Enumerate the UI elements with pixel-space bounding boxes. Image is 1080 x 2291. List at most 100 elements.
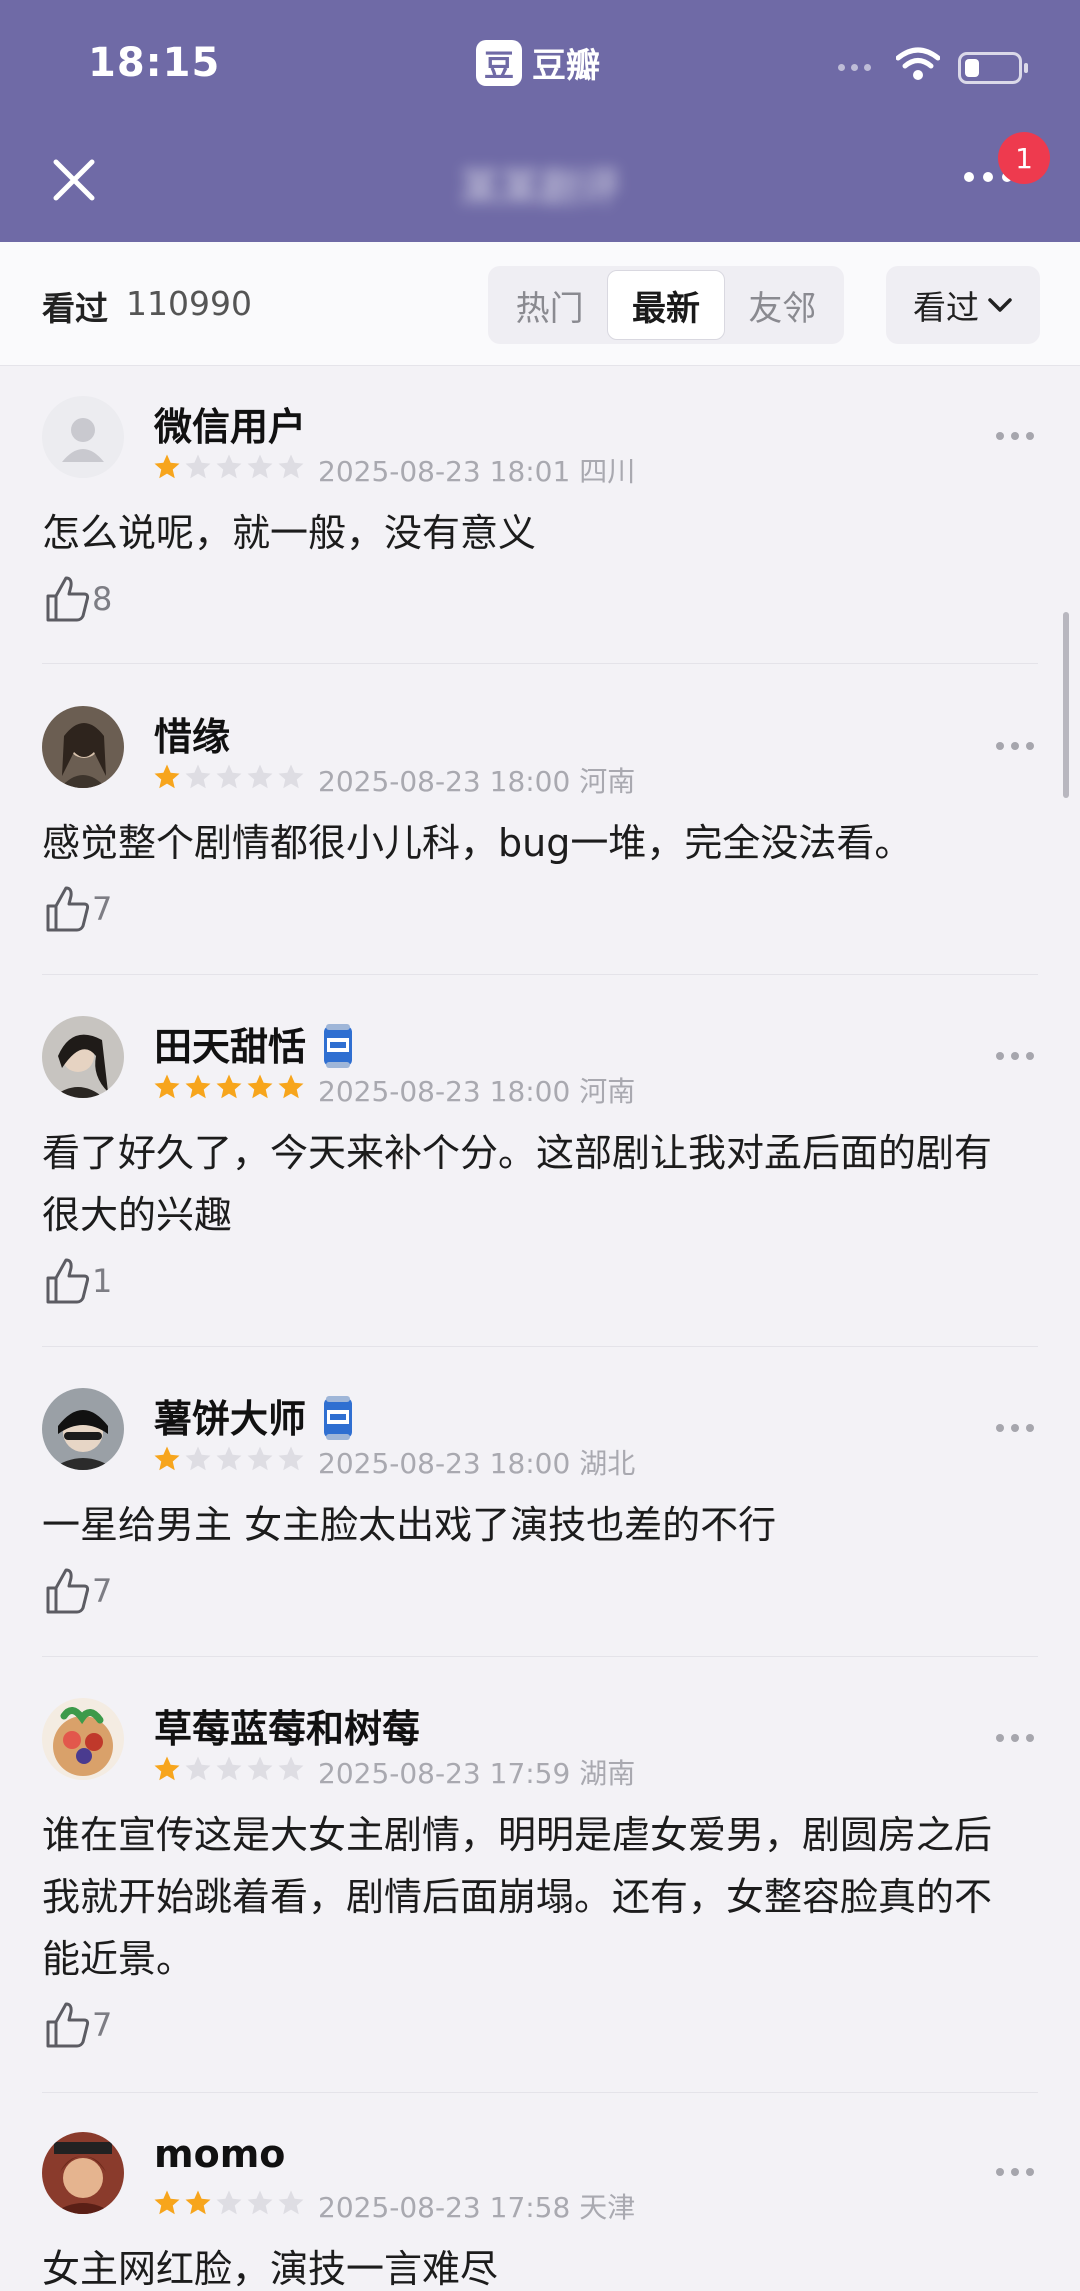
review-meta: 2025-08-23 17:59 湖南: [318, 1757, 636, 1790]
filter-bar: 看过 110990 热门 最新 友邻 看过: [0, 242, 1080, 366]
like-count: 7: [92, 1572, 113, 1610]
star-filled-icon: [185, 2190, 211, 2215]
more-options-icon[interactable]: [996, 1424, 1034, 1432]
star-filled-icon: [154, 1756, 180, 1781]
star-filled-icon: [154, 764, 180, 789]
top-bar: 18:15 豆 豆瓣 某某剧评 1: [0, 0, 1080, 242]
star-empty-icon: [216, 1756, 242, 1781]
star-empty-icon: [278, 454, 304, 479]
status-filter-label: 看过: [913, 288, 979, 327]
star-filled-icon: [154, 2190, 180, 2215]
tab-friends[interactable]: 友邻: [725, 270, 840, 340]
star-rating: [152, 1444, 306, 1474]
like-button[interactable]: 1: [44, 1256, 112, 1306]
more-options-icon[interactable]: [996, 1734, 1034, 1742]
star-empty-icon: [278, 2190, 304, 2215]
thumbs-up-icon: [46, 576, 90, 622]
user-name[interactable]: 薯饼大师: [154, 1388, 356, 1443]
more-options-icon[interactable]: [996, 432, 1034, 440]
star-empty-icon: [216, 454, 242, 479]
star-empty-icon: [216, 764, 242, 789]
more-options-icon[interactable]: [996, 2168, 1034, 2176]
sort-tabs: 热门 最新 友邻: [488, 266, 844, 344]
star-empty-icon: [185, 1756, 211, 1781]
review-text: 女主网红脸，演技一言难尽: [42, 2247, 499, 2291]
star-filled-icon: [185, 1074, 211, 1099]
star-rating: [152, 2188, 306, 2218]
like-button[interactable]: 7: [44, 2000, 112, 2050]
like-count: 1: [92, 1262, 113, 1300]
thumbs-up-icon: [46, 886, 90, 932]
like-button[interactable]: 7: [44, 1566, 112, 1616]
thumbs-up-icon: [46, 1568, 90, 1614]
review-text: 谁在宣传这是大女主剧情，明明是虐女爱男，剧圆房之后我就开始跳着看，剧情后面崩塌。…: [42, 1813, 993, 1981]
battery-icon: [958, 52, 1028, 84]
status-time: 18:15: [88, 40, 221, 86]
like-count: 7: [92, 2006, 113, 2044]
star-empty-icon: [185, 454, 211, 479]
star-empty-icon: [247, 764, 273, 789]
star-empty-icon: [185, 764, 211, 789]
review-meta: 2025-08-23 17:58 天津: [318, 2191, 636, 2224]
star-empty-icon: [278, 1446, 304, 1471]
divider: [42, 1346, 1038, 1347]
seen-count: 110990: [126, 284, 252, 323]
star-empty-icon: [247, 1756, 273, 1781]
avatar[interactable]: [42, 1698, 124, 1780]
review-meta: 2025-08-23 18:00 河南: [318, 765, 636, 798]
can-badge-icon: [324, 1024, 353, 1068]
review-meta: 2025-08-23 18:01 四川: [318, 455, 636, 488]
star-filled-icon: [154, 1074, 180, 1099]
avatar[interactable]: [42, 396, 124, 478]
tab-latest[interactable]: 最新: [607, 270, 725, 340]
like-count: 7: [92, 890, 113, 928]
star-filled-icon: [154, 454, 180, 479]
like-button[interactable]: 7: [44, 884, 112, 934]
avatar[interactable]: [42, 1016, 124, 1098]
divider: [42, 1656, 1038, 1657]
star-empty-icon: [185, 1446, 211, 1471]
like-button[interactable]: 8: [44, 574, 112, 624]
star-filled-icon: [247, 1074, 273, 1099]
notification-badge: 1: [998, 132, 1050, 184]
divider: [42, 2092, 1038, 2093]
review-meta: 2025-08-23 18:00 河南: [318, 1075, 636, 1108]
star-empty-icon: [278, 1756, 304, 1781]
user-name[interactable]: 草莓蓝莓和树莓: [154, 1698, 420, 1753]
star-empty-icon: [247, 1446, 273, 1471]
scrollbar[interactable]: [1063, 612, 1069, 798]
avatar[interactable]: [42, 1388, 124, 1470]
star-rating: [152, 452, 306, 482]
thumbs-up-icon: [46, 1258, 90, 1304]
review-text: 怎么说呢，就一般，没有意义: [42, 511, 537, 555]
douban-logo-icon: 豆: [476, 39, 522, 86]
star-filled-icon: [278, 1074, 304, 1099]
tab-hot[interactable]: 热门: [492, 270, 607, 340]
seen-label: 看过: [42, 289, 108, 328]
divider: [42, 663, 1038, 664]
user-name[interactable]: 微信用户: [154, 396, 306, 451]
page-title: 某某剧评: [460, 165, 620, 211]
star-rating: [152, 762, 306, 792]
more-options-icon[interactable]: [996, 1052, 1034, 1060]
user-name[interactable]: 田天甜恬: [154, 1016, 356, 1071]
can-badge-icon: [324, 1396, 353, 1440]
star-empty-icon: [278, 764, 304, 789]
star-empty-icon: [247, 2190, 273, 2215]
wifi-icon: [896, 47, 940, 80]
star-empty-icon: [247, 454, 273, 479]
review-text: 感觉整个剧情都很小儿科，bug一堆，完全没法看。: [42, 821, 913, 865]
more-options-icon[interactable]: [996, 742, 1034, 750]
user-name[interactable]: momo: [154, 2132, 285, 2176]
review-text: 一星给男主 女主脸太出戏了演技也差的不行: [42, 1503, 777, 1547]
star-filled-icon: [154, 1446, 180, 1471]
user-name[interactable]: 惜缘: [154, 706, 230, 761]
signal-icon: [838, 64, 871, 71]
like-count: 8: [92, 580, 113, 618]
status-filter-dropdown[interactable]: 看过: [886, 266, 1040, 344]
avatar[interactable]: [42, 706, 124, 788]
close-icon[interactable]: [46, 152, 102, 208]
star-rating: [152, 1072, 306, 1102]
star-empty-icon: [216, 2190, 242, 2215]
avatar[interactable]: [42, 2132, 124, 2214]
